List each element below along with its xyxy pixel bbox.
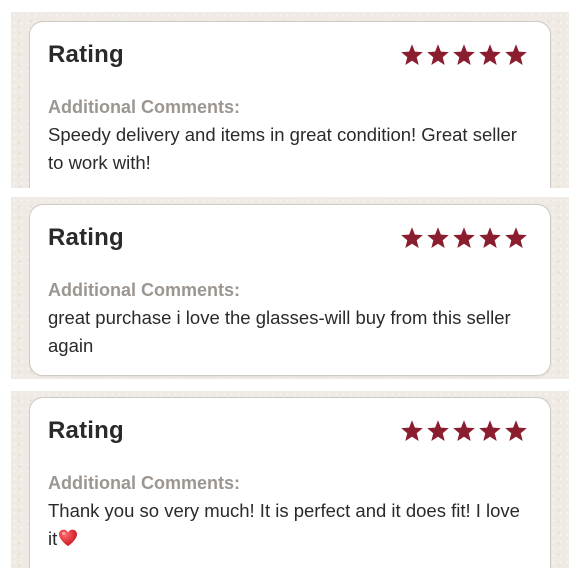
star-icon: [453, 227, 475, 248]
star-rating: [400, 419, 528, 443]
rating-row: Rating: [48, 41, 528, 71]
star-icon: [401, 44, 423, 65]
review-card: Rating Additional Comments: Speedy deliv…: [29, 21, 551, 188]
star-icon: [453, 420, 475, 441]
star-icon: [453, 44, 475, 65]
star-icon: [427, 420, 449, 441]
comment-text: Thank you so very much! It is perfect an…: [48, 497, 532, 553]
additional-comments-label: Additional Comments:: [48, 97, 240, 117]
additional-comments-label: Additional Comments:: [48, 473, 240, 493]
star-icon: [505, 227, 527, 248]
review-panel: Rating Additional Comments: Speedy deliv…: [11, 12, 569, 188]
heart-emoji-icon: [59, 529, 78, 546]
rating-title: Rating: [48, 417, 124, 444]
star-icon: [479, 44, 501, 65]
star-icon: [401, 227, 423, 248]
star-icon: [479, 420, 501, 441]
comment-text: Speedy delivery and items in great condi…: [48, 124, 517, 173]
review-panel: Rating Additional Comments: Thank you so…: [11, 391, 569, 568]
review-card: Rating Additional Comments: Thank you so…: [29, 397, 551, 568]
star-rating: [400, 226, 528, 250]
star-icon: [505, 44, 527, 65]
star-icon: [401, 420, 423, 441]
rating-title: Rating: [48, 224, 124, 251]
review-card: Rating Additional Comments: great purcha…: [29, 204, 551, 376]
star-icon: [479, 227, 501, 248]
review-panel: Rating Additional Comments: great purcha…: [11, 197, 569, 379]
star-rating: [400, 43, 528, 67]
star-icon: [427, 227, 449, 248]
star-icon: [505, 420, 527, 441]
rating-row: Rating: [48, 417, 528, 447]
rating-row: Rating: [48, 224, 528, 254]
comment-text: great purchase i love the glasses-will b…: [48, 307, 511, 356]
star-icon: [427, 44, 449, 65]
additional-comments-label: Additional Comments:: [48, 280, 240, 300]
rating-title: Rating: [48, 41, 124, 68]
comment-text-body: Thank you so very much! It is perfect an…: [48, 500, 520, 549]
